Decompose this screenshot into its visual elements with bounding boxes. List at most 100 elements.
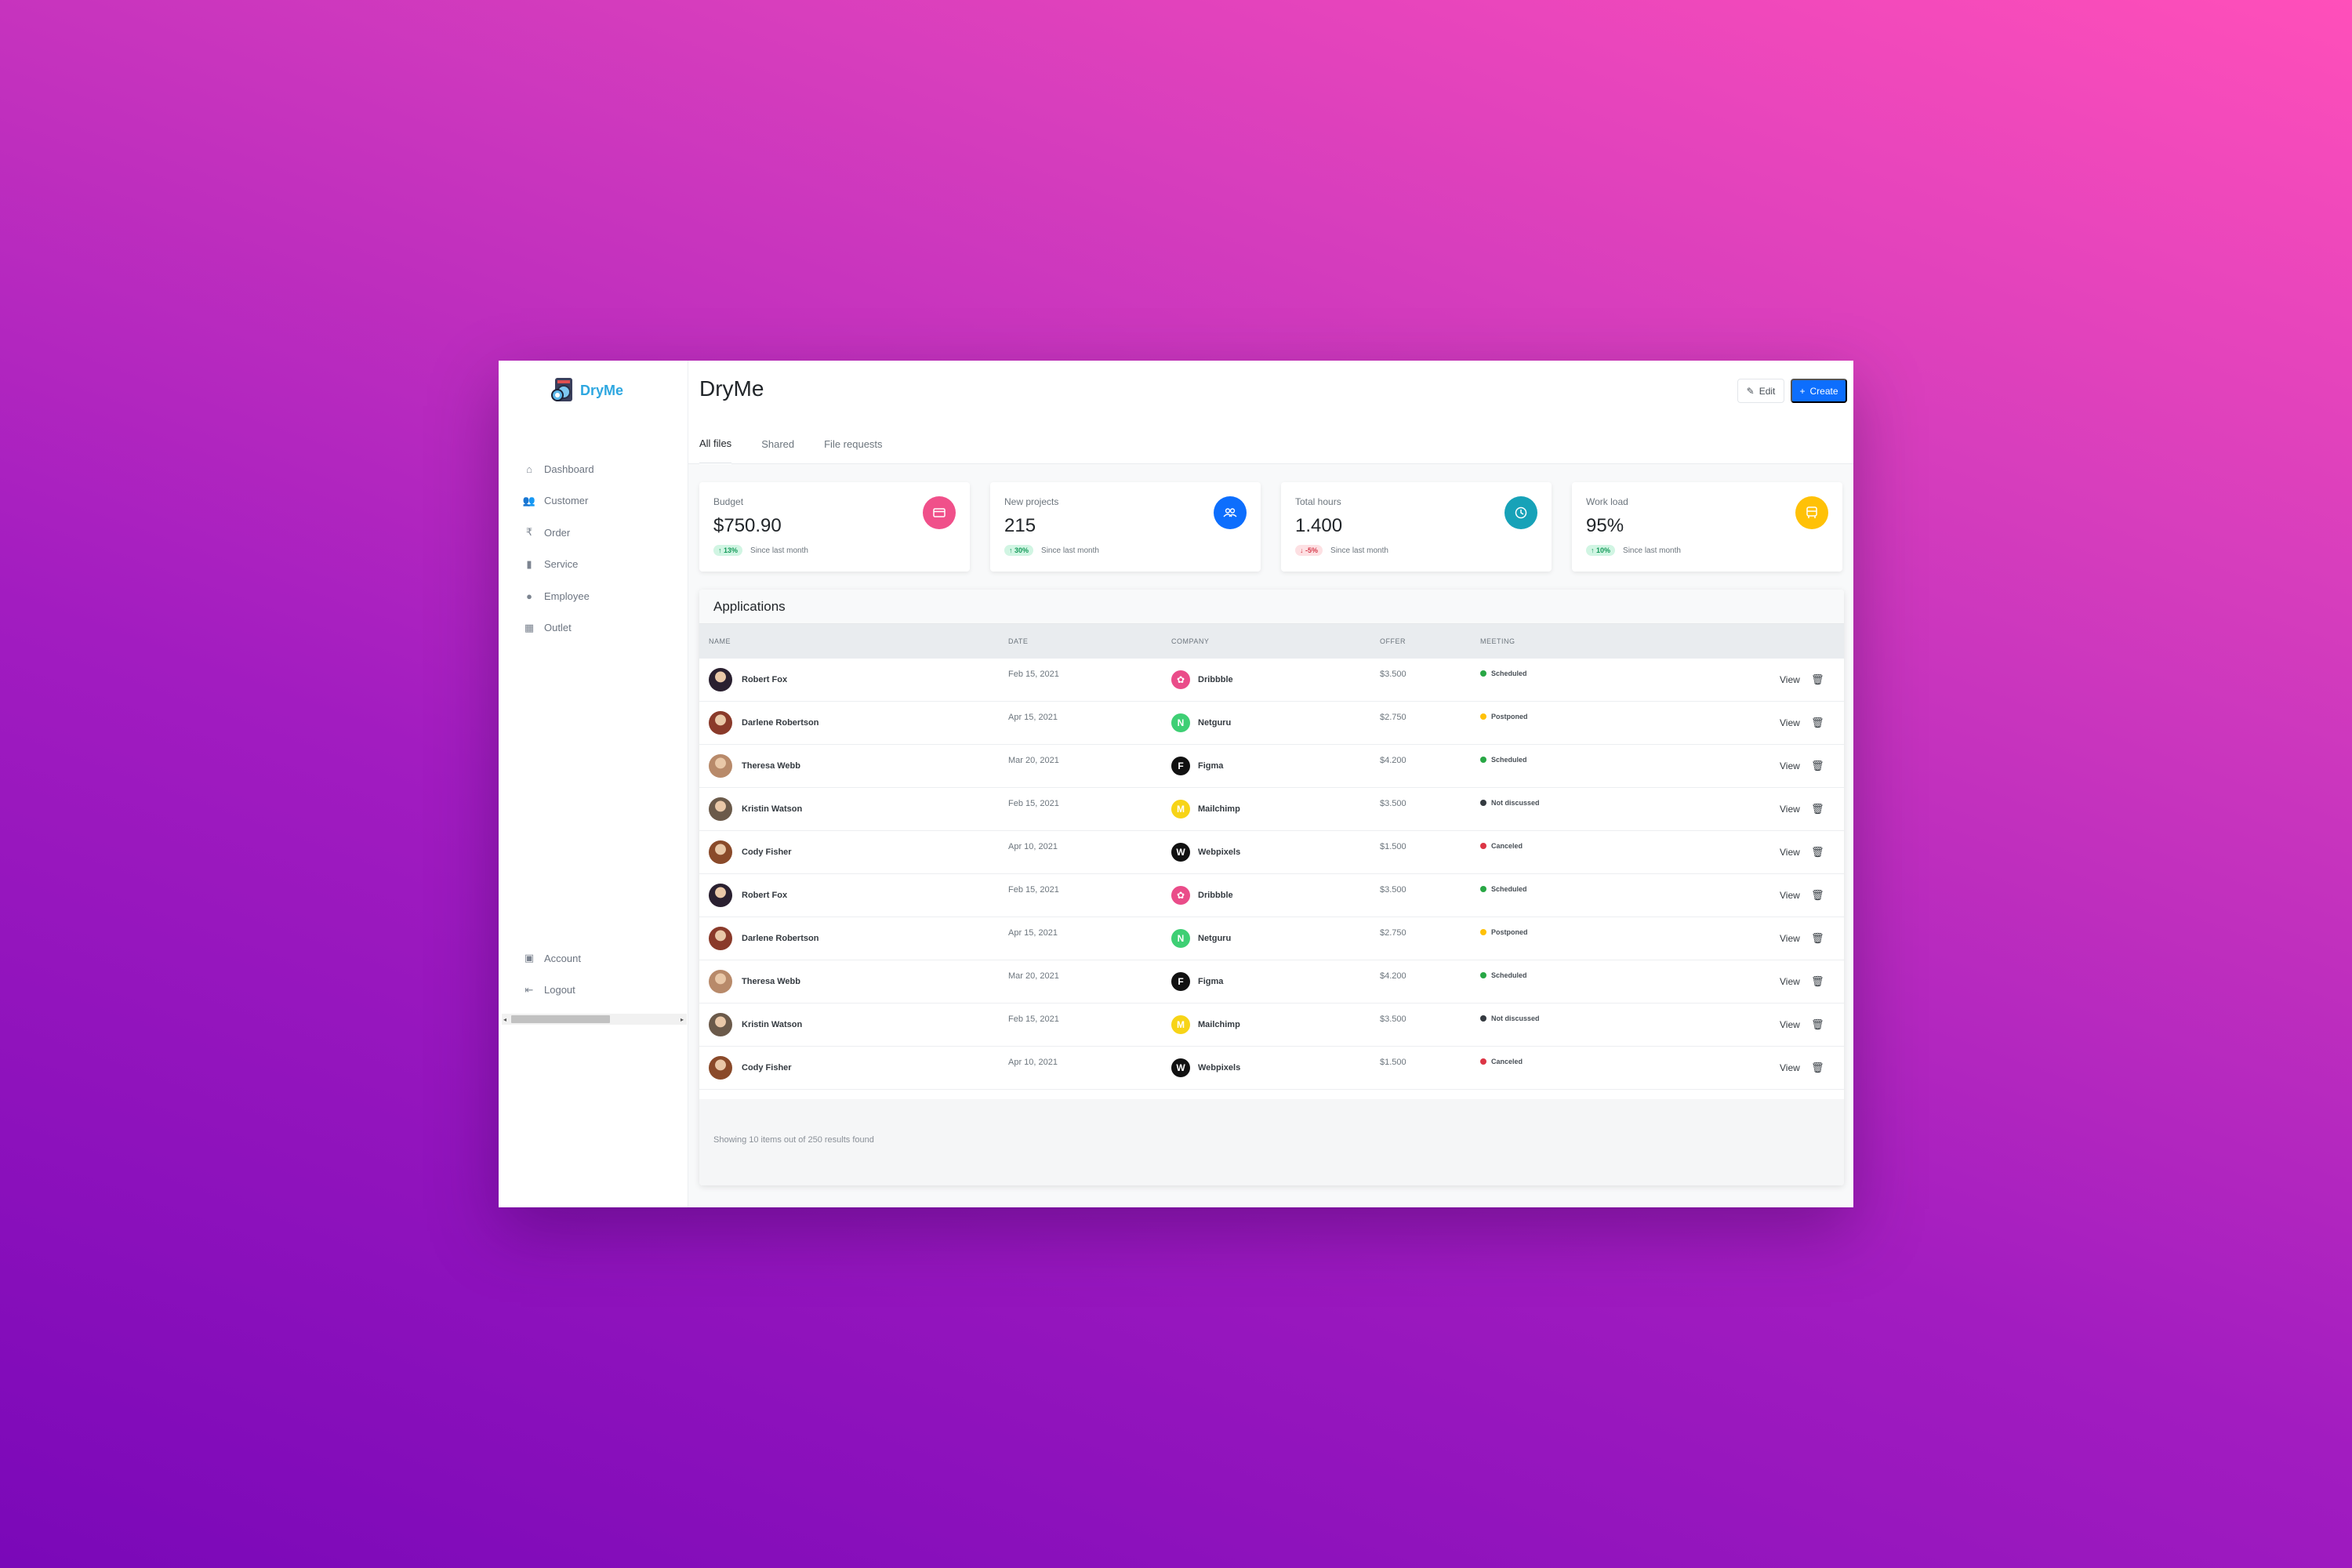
company-name: Netguru (1198, 934, 1232, 943)
table-row[interactable]: Kristin Watson Feb 15, 2021 M Mailchimp $3.5… (699, 1004, 1844, 1047)
sidebar-item-label: Dashboard (544, 463, 594, 475)
tab-shared[interactable]: Shared (761, 423, 794, 464)
trash-icon[interactable]: 🗑 (1811, 932, 1824, 945)
table-row[interactable]: Kristin Watson Feb 15, 2021 M Mailchimp $3.5… (699, 788, 1844, 831)
trash-icon[interactable]: 🗑 (1811, 803, 1824, 815)
table-footer: Showing 10 items out of 250 results foun… (699, 1099, 1844, 1185)
app-window: DryMe ⌂ Dashboard 👥 Customer ₹ Order ▮ S… (499, 361, 1853, 1207)
sidebar: DryMe ⌂ Dashboard 👥 Customer ₹ Order ▮ S… (499, 361, 688, 1207)
bus-icon (1795, 496, 1828, 529)
trash-icon[interactable]: 🗑 (1811, 889, 1824, 902)
table-row[interactable]: Theresa Webb Mar 20, 2021 F Figma $4.200 Sche… (699, 960, 1844, 1004)
pencil-icon: ✎ (1746, 385, 1755, 397)
company-name: Webpixels (1198, 1063, 1241, 1073)
applications-title: Applications (699, 590, 1844, 624)
card-meta: ↑ 13% Since last month (713, 545, 808, 556)
view-button[interactable]: View (1780, 1062, 1800, 1073)
scroll-right-icon[interactable]: ▸ (681, 1016, 684, 1023)
scrollbar-thumb[interactable] (511, 1015, 610, 1023)
sidebar-item-customer[interactable]: 👥 Customer (522, 485, 594, 517)
sidebar-nav: ⌂ Dashboard 👥 Customer ₹ Order ▮ Service… (522, 453, 594, 644)
view-button[interactable]: View (1780, 976, 1800, 987)
sidebar-horizontal-scrollbar[interactable]: ◂ ▸ (502, 1014, 687, 1025)
view-button[interactable]: View (1780, 1019, 1800, 1030)
table-row[interactable]: Cody Fisher Apr 10, 2021 W Webpixels $1.500 C… (699, 831, 1844, 874)
status-dot-icon (1480, 972, 1486, 978)
sidebar-bottom-nav: ▣ Account ⇤ Logout (522, 942, 581, 1006)
table-row[interactable]: Darlene Robertson Apr 15, 2021 N Netguru $2.… (699, 702, 1844, 745)
sidebar-item-employee[interactable]: ● Employee (522, 580, 594, 612)
table-row[interactable]: Theresa Webb Mar 20, 2021 F Figma $4.200 Sche… (699, 745, 1844, 788)
applicant-name: Theresa Webb (742, 761, 800, 771)
meeting-status: Scheduled (1480, 756, 1527, 764)
edit-button[interactable]: ✎ Edit (1737, 379, 1784, 403)
table-row[interactable]: Robert Fox Feb 15, 2021 ✿ Dribbble $3.500 Sch… (699, 874, 1844, 917)
create-button[interactable]: + Create (1791, 379, 1847, 403)
application-date: Apr 15, 2021 (1008, 928, 1058, 938)
avatar (709, 711, 732, 735)
sidebar-item-outlet[interactable]: ▦ Outlet (522, 612, 594, 644)
application-date: Feb 15, 2021 (1008, 670, 1059, 679)
tab-file-requests[interactable]: File requests (824, 423, 882, 464)
change-badge: ↑ 10% (1586, 545, 1616, 556)
application-date: Mar 20, 2021 (1008, 971, 1059, 981)
company-name: Webpixels (1198, 848, 1241, 857)
sidebar-item-logout[interactable]: ⇤ Logout (522, 975, 581, 1007)
change-badge: ↓ -5% (1295, 545, 1323, 556)
trash-icon[interactable]: 🗑 (1811, 975, 1824, 988)
trash-icon[interactable]: 🗑 (1811, 1062, 1824, 1074)
trash-icon[interactable]: 🗑 (1811, 717, 1824, 729)
trash-icon[interactable]: 🗑 (1811, 1018, 1824, 1031)
since-text: Since last month (1041, 546, 1099, 555)
card-meta: ↓ -5% Since last month (1295, 545, 1388, 556)
application-date: Apr 10, 2021 (1008, 842, 1058, 851)
avatar (709, 754, 732, 778)
tab-label: All files (699, 437, 732, 449)
view-button[interactable]: View (1780, 804, 1800, 815)
applicant-name: Robert Fox (742, 675, 788, 684)
status-dot-icon (1480, 886, 1486, 892)
sidebar-item-service[interactable]: ▮ Service (522, 549, 594, 581)
view-button[interactable]: View (1780, 760, 1800, 771)
column-header-meeting: MEETING (1480, 637, 1515, 645)
status-dot-icon (1480, 1058, 1486, 1065)
application-date: Mar 20, 2021 (1008, 756, 1059, 765)
company-logo-icon: F (1171, 972, 1190, 991)
stat-card-new-projects: New projects 215 ↑ 30% Since last month (990, 482, 1261, 572)
card-label: New projects (1004, 496, 1059, 507)
offer-amount: $2.750 (1380, 928, 1406, 938)
scroll-left-icon[interactable]: ◂ (503, 1016, 506, 1023)
sidebar-item-dashboard[interactable]: ⌂ Dashboard (522, 453, 594, 485)
trash-icon[interactable]: 🗑 (1811, 846, 1824, 858)
table-row[interactable]: Cody Fisher Apr 10, 2021 W Webpixels $1.500 C… (699, 1047, 1844, 1090)
view-button[interactable]: View (1780, 674, 1800, 685)
logout-icon: ⇤ (524, 983, 534, 996)
tab-all-files[interactable]: All files (699, 423, 732, 464)
account-icon: ▣ (524, 952, 535, 964)
table-row[interactable]: Darlene Robertson Apr 15, 2021 N Netguru $2.… (699, 917, 1844, 960)
card-icon (923, 496, 956, 529)
trash-icon[interactable]: 🗑 (1811, 673, 1824, 686)
view-button[interactable]: View (1780, 847, 1800, 858)
logo[interactable]: DryMe (550, 376, 623, 405)
view-button[interactable]: View (1780, 717, 1800, 728)
status-dot-icon (1480, 1015, 1486, 1022)
company-name: Figma (1198, 977, 1224, 986)
rupee-icon: ₹ (525, 526, 533, 539)
applications-table: Applications NAME DATE COMPANY OFFER MEE… (699, 590, 1844, 1185)
logo-text: DryMe (580, 382, 624, 398)
sidebar-item-order[interactable]: ₹ Order (522, 517, 594, 549)
company-name: Netguru (1198, 718, 1232, 728)
meeting-status: Scheduled (1480, 670, 1527, 677)
trash-icon[interactable]: 🗑 (1811, 760, 1824, 772)
view-button[interactable]: View (1780, 933, 1800, 944)
since-text: Since last month (1623, 546, 1681, 555)
sidebar-item-label: Customer (544, 495, 589, 507)
washing-machine-logo-icon (551, 378, 572, 401)
tab-bar: All files Shared File requests (699, 423, 913, 464)
tab-label: Shared (761, 437, 795, 450)
table-row[interactable]: Robert Fox Feb 15, 2021 ✿ Dribbble $3.500 Sch… (699, 659, 1844, 702)
application-date: Apr 15, 2021 (1008, 713, 1058, 722)
sidebar-item-account[interactable]: ▣ Account (522, 942, 581, 975)
view-button[interactable]: View (1780, 890, 1800, 901)
